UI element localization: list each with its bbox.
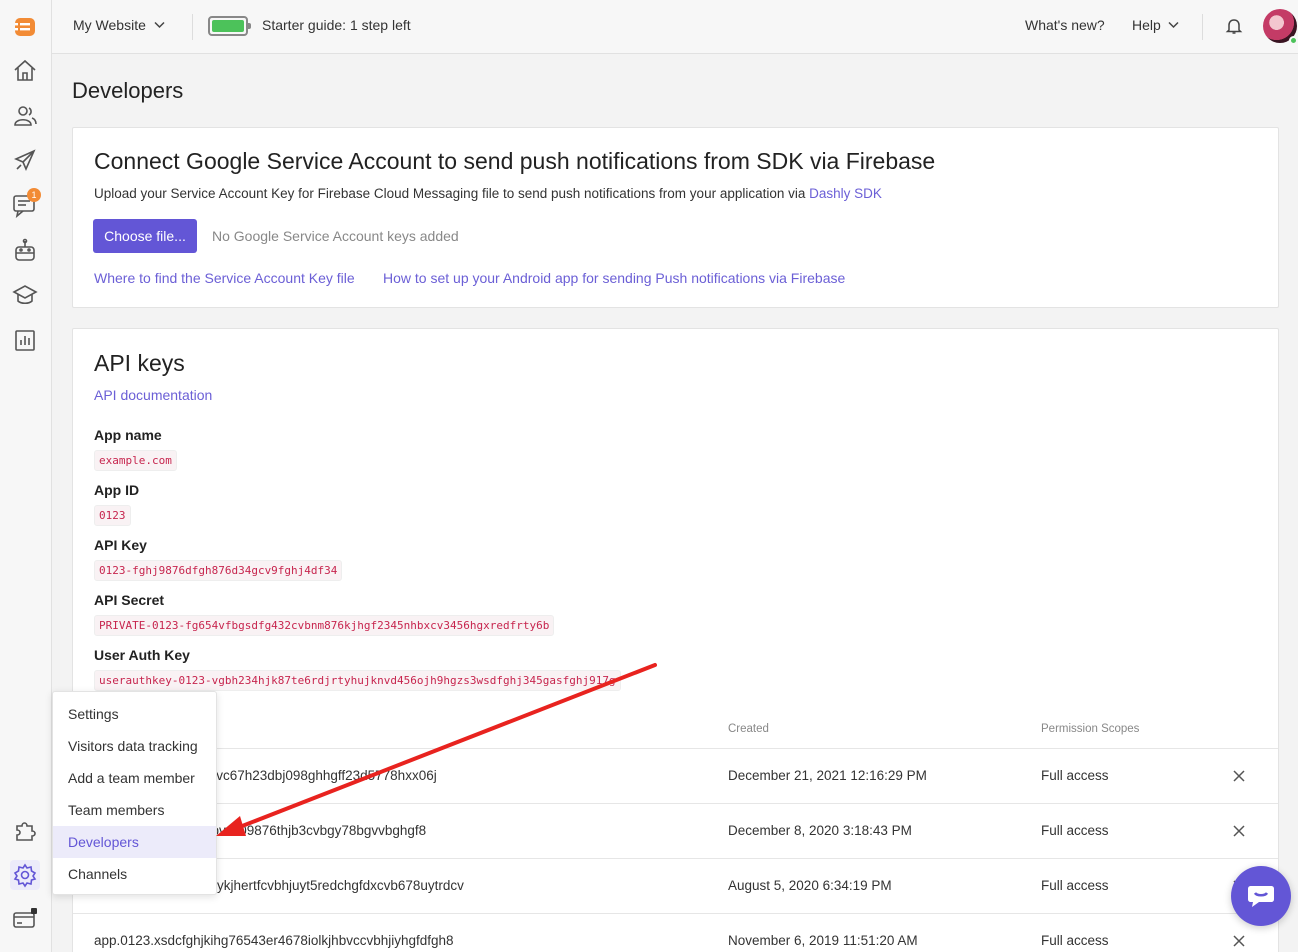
online-status-dot — [1289, 36, 1298, 45]
token-cell: 56ykjhertfcvbhjuyt5redchgfdxcvb678uytrdc… — [202, 878, 464, 893]
menu-item-team-members[interactable]: Team members — [53, 794, 216, 826]
whats-new-link[interactable]: What's new? — [1025, 17, 1105, 33]
starter-guide-link[interactable]: Starter guide: 1 step left — [262, 17, 411, 33]
menu-item-channels[interactable]: Channels — [53, 858, 216, 890]
app-id-value[interactable]: 0123 — [94, 505, 131, 526]
firebase-subtitle-text: Upload your Service Account Key for Fire… — [94, 186, 806, 201]
divider — [1202, 14, 1203, 40]
logo-icon[interactable] — [10, 12, 40, 42]
progress-battery-icon[interactable] — [208, 16, 251, 36]
api-key-value[interactable]: 0123-fghj9876dfgh876d34gcv9fghj4df34 — [94, 560, 343, 581]
created-cell: November 6, 2019 11:51:20 AM — [728, 933, 918, 948]
help-menu[interactable]: Help — [1132, 17, 1179, 33]
api-secret-label: API Secret — [94, 592, 165, 608]
menu-item-settings[interactable]: Settings — [53, 698, 216, 730]
close-icon[interactable] — [1231, 823, 1247, 839]
site-selector[interactable]: My Website — [73, 17, 165, 33]
created-column-header: Created — [728, 723, 769, 735]
token-cell: app.0123.xsdcfghjkihg76543er4678iolkjhbv… — [94, 933, 454, 948]
bot-icon[interactable] — [10, 236, 40, 266]
top-bar: My Website Starter guide: 1 step left Wh… — [52, 0, 1298, 54]
unread-badge: 1 — [27, 188, 41, 202]
created-cell: December 8, 2020 3:18:43 PM — [728, 823, 912, 838]
sidebar: 1 — [0, 0, 52, 952]
chevron-down-icon — [1168, 21, 1179, 29]
app-name-value[interactable]: example.com — [94, 450, 177, 471]
user-auth-key-label: User Auth Key — [94, 647, 190, 663]
permission-column-header: Permission Scopes — [1041, 723, 1140, 735]
api-keys-title: API keys — [94, 350, 185, 376]
user-auth-key-value[interactable]: userauthkey-0123-vgbh234hjk87te6rdjrtyhu… — [94, 670, 621, 691]
billing-icon[interactable] — [10, 904, 40, 934]
users-icon[interactable] — [10, 101, 40, 131]
token-cell: nbvcv09876thjb3cvbgy78bgvvbghgf8 — [204, 823, 427, 838]
close-icon[interactable] — [1231, 933, 1247, 949]
firebase-subtitle: Upload your Service Account Key for Fire… — [94, 186, 882, 201]
help-label: Help — [1132, 17, 1161, 33]
menu-item-visitors-data-tracking[interactable]: Visitors data tracking — [53, 730, 216, 762]
api-documentation-link[interactable]: API documentation — [94, 387, 212, 403]
permission-cell: Full access — [1041, 878, 1109, 893]
home-icon[interactable] — [10, 56, 40, 86]
choose-file-button[interactable]: Choose file... — [93, 219, 197, 253]
app-id-label: App ID — [94, 482, 140, 498]
api-secret-value[interactable]: PRIVATE-0123-fg654vfbgsdfg432cvbnm876kjh… — [94, 615, 555, 636]
api-keys-card: API keys API documentation App name exam… — [72, 328, 1279, 952]
token-cell: sdvc67h23dbj098ghhgff23d5778hxx06j — [202, 768, 437, 783]
menu-item-add-team-member[interactable]: Add a team member — [53, 762, 216, 794]
rocket-icon[interactable] — [10, 146, 40, 176]
site-name: My Website — [73, 17, 146, 33]
permission-cell: Full access — [1041, 823, 1109, 838]
no-keys-text: No Google Service Account keys added — [212, 228, 459, 244]
firebase-title: Connect Google Service Account to send p… — [94, 148, 936, 174]
menu-item-developers[interactable]: Developers — [53, 826, 216, 858]
table-row: app.0123.xsdcfghjkihg76543er4678iolkjhbv… — [73, 913, 1278, 952]
service-account-key-link[interactable]: Where to find the Service Account Key fi… — [94, 270, 355, 286]
firebase-card: Connect Google Service Account to send p… — [72, 127, 1279, 308]
divider — [192, 14, 193, 40]
bell-icon[interactable] — [1224, 16, 1244, 36]
dashly-sdk-link[interactable]: Dashly SDK — [809, 186, 882, 201]
created-cell: August 5, 2020 6:34:19 PM — [728, 878, 892, 893]
settings-dropdown-menu: Settings Visitors data tracking Add a te… — [52, 691, 217, 895]
permission-cell: Full access — [1041, 933, 1109, 948]
academy-icon[interactable] — [10, 280, 40, 310]
app-name-label: App name — [94, 427, 162, 443]
puzzle-icon[interactable] — [10, 815, 40, 845]
created-cell: December 21, 2021 12:16:29 PM — [728, 768, 927, 783]
table-row: nbvcv09876thjb3cvbgy78bgvvbghgf8 Decembe… — [73, 803, 1278, 858]
close-icon[interactable] — [1231, 768, 1247, 784]
permission-cell: Full access — [1041, 768, 1109, 783]
android-setup-link[interactable]: How to set up your Android app for sendi… — [383, 270, 845, 286]
chat-bubble-icon — [1248, 886, 1274, 907]
page-title: Developers — [72, 78, 184, 103]
chevron-down-icon — [154, 21, 165, 29]
reports-icon[interactable] — [10, 325, 40, 355]
chat-widget-button[interactable] — [1231, 866, 1291, 926]
table-row: sdvc67h23dbj098ghhgff23d5778hxx06j Decem… — [73, 748, 1278, 803]
settings-icon[interactable] — [10, 860, 40, 890]
table-row: 56ykjhertfcvbhjuyt5redchgfdxcvb678uytrdc… — [73, 858, 1278, 913]
api-key-label: API Key — [94, 537, 147, 553]
